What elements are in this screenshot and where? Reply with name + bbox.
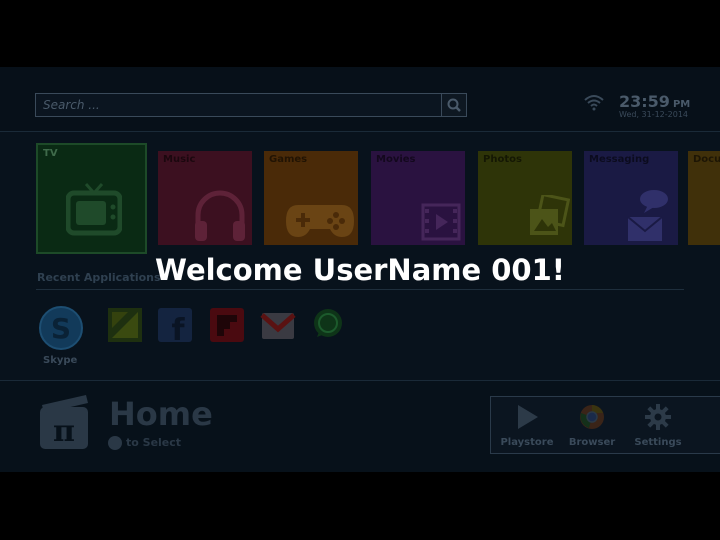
tile-games[interactable]: Games [264,151,358,245]
browser-button[interactable]: Browser [562,397,622,453]
select-hint: to Select [108,436,181,450]
bottom-bar: π Home to Select Playstore Browser Setti… [0,380,720,472]
app-label-skype: Skype [43,355,78,366]
ok-button-icon [108,436,122,450]
top-bar: Search ... 23:59 PM Wed, 31-12-2014 [0,67,720,132]
message-icon [627,190,668,241]
settings-button[interactable]: Settings [628,397,688,453]
divider [36,289,684,290]
clock-ampm: PM [672,99,691,110]
playstore-button[interactable]: Playstore [497,397,557,453]
facebook-icon[interactable]: f [158,308,192,342]
photos-icon [530,195,570,235]
tile-label: TV [43,148,58,159]
tile-label: Music [163,154,196,165]
saavn-icon[interactable] [108,308,142,342]
gamepad-icon [286,205,354,237]
tile-label: Games [269,154,308,165]
film-icon [421,203,461,241]
svg-text:S: S [51,312,71,345]
skype-icon[interactable]: S [36,304,86,352]
svg-text:f: f [171,313,185,342]
tile-photos[interactable]: Photos [478,151,572,245]
tile-documents[interactable]: Docu [688,151,720,245]
welcome-message: Welcome UserName 001! [154,253,566,287]
quick-actions-panel: Playstore Browser Settings [490,396,720,454]
quick-label: Playstore [500,437,554,448]
search-input[interactable]: Search ... [43,98,100,112]
whatsapp-icon[interactable] [311,307,345,341]
select-hint-text: to Select [126,436,182,449]
tv-icon [66,183,122,236]
tile-label: Messaging [589,154,650,165]
search-icon [447,98,461,112]
search-button[interactable] [441,93,467,117]
quick-label: Settings [634,437,682,448]
clock-date: Wed, 31-12-2014 [619,110,689,119]
tile-tv[interactable]: TV [36,143,147,254]
home-logo-icon: π [40,395,88,449]
chrome-icon [580,405,604,429]
headphones-icon [195,190,245,241]
tile-label: Movies [376,154,416,165]
tile-label: Docu [693,154,720,165]
quick-label: Browser [568,437,616,448]
tile-movies[interactable]: Movies [371,151,465,245]
gmail-icon[interactable] [260,307,296,343]
wifi-icon [584,95,604,111]
flipboard-icon[interactable] [210,308,244,342]
search-bar[interactable]: Search ... [35,93,467,117]
tile-music[interactable]: Music [158,151,252,245]
home-title: Home [109,395,213,433]
clock-time: 23:59 [619,92,670,111]
svg-text:π: π [53,414,75,449]
gear-icon [645,404,671,430]
play-store-icon [518,405,538,429]
tv-launcher-screen: Search ... 23:59 PM Wed, 31-12-2014 TV M… [0,67,720,472]
tile-messaging[interactable]: Messaging [584,151,678,245]
tile-label: Photos [483,154,522,165]
clock: 23:59 PM [619,92,690,111]
